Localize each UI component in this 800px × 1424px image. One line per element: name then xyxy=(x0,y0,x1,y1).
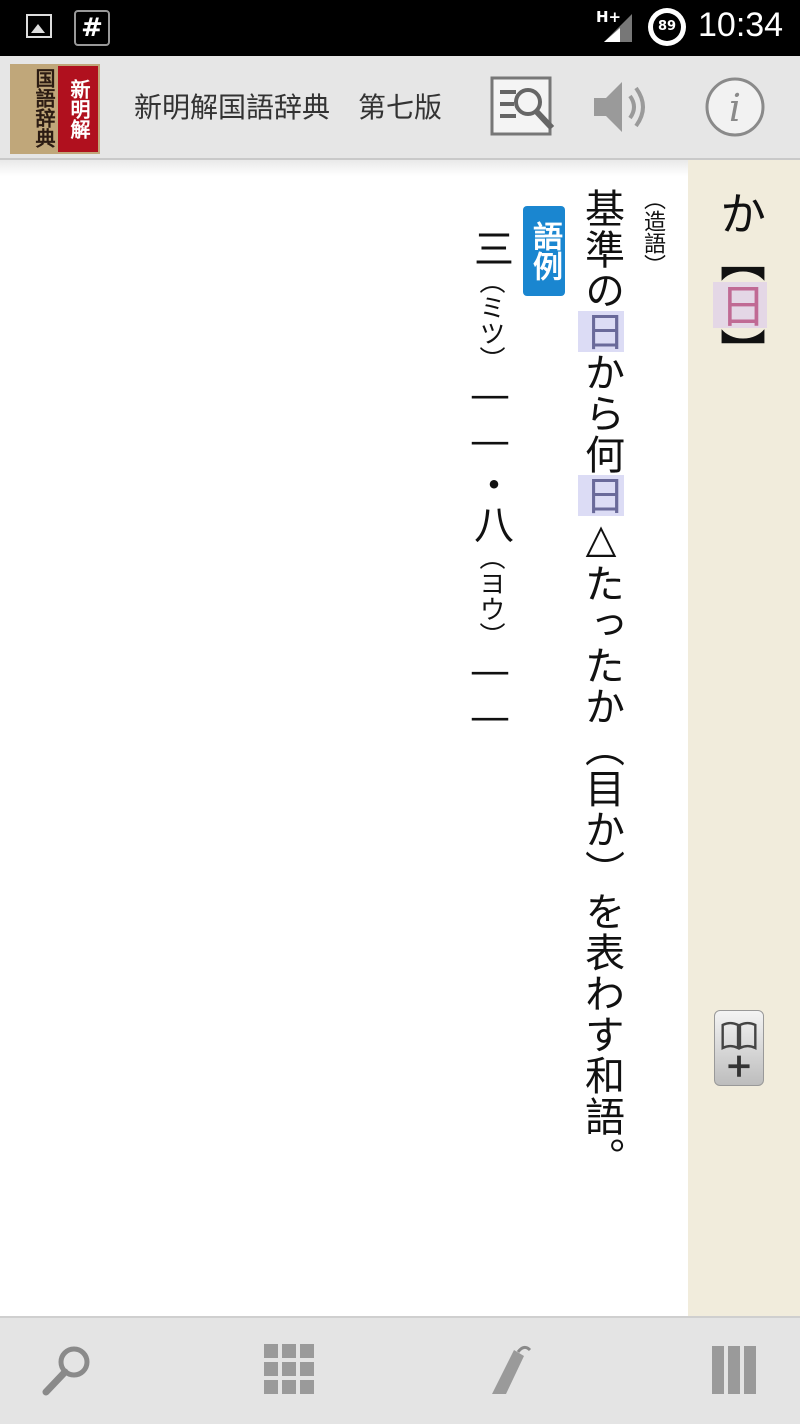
grid-icon[interactable] xyxy=(260,1340,320,1400)
status-bar: # H+ 89 10:34 xyxy=(0,0,800,56)
definition-part: 基準の xyxy=(578,188,624,311)
highlighted-term: 日 xyxy=(578,475,624,516)
definition-text: 基準の日から何日△たったか（目か）を表わす和語。 xyxy=(574,188,628,1178)
speaker-icon[interactable] xyxy=(588,74,654,140)
example-reading: （ヨウ） xyxy=(475,544,505,648)
app-logo: 国語辞典 新明解 xyxy=(10,64,100,154)
definition-part: から何 xyxy=(578,352,624,475)
app-header: 国語辞典 新明解 新明解国語辞典 第七版 i xyxy=(0,56,800,160)
info-icon[interactable]: i xyxy=(702,74,768,140)
word-type-tag: （造語） xyxy=(640,188,665,276)
bookmark-tag-icon[interactable] xyxy=(484,1340,544,1400)
logo-text-right: 新明解 xyxy=(58,66,98,152)
bottom-toolbar xyxy=(0,1316,800,1424)
svg-text:i: i xyxy=(729,86,741,130)
example-reading: （ミツ） xyxy=(475,268,505,372)
example-part: 三 xyxy=(467,228,513,268)
logo-text-left: 国語辞典 xyxy=(32,68,56,148)
pane-shadow xyxy=(0,160,688,176)
headword-kana: か xyxy=(713,190,767,236)
battery-icon: 89 xyxy=(648,8,686,46)
battery-level: 89 xyxy=(653,13,681,41)
headword-bracket-open: 【 xyxy=(713,236,767,282)
search-icon[interactable] xyxy=(38,1340,98,1400)
gallery-icon xyxy=(26,14,52,38)
example-part: —— xyxy=(467,648,513,740)
headword-kanji: 日 xyxy=(713,282,767,328)
hash-icon: # xyxy=(74,10,110,46)
example-part: ——・八 xyxy=(467,372,513,544)
headword-bracket-close: 】 xyxy=(713,328,767,374)
headword[interactable]: か【日】 xyxy=(710,190,770,374)
search-list-icon[interactable] xyxy=(490,74,556,140)
clock: 10:34 xyxy=(698,6,784,44)
signal-icon xyxy=(604,14,632,42)
example-text: 三（ミツ）——・八（ヨウ）—— xyxy=(467,228,513,740)
add-bookmark-icon[interactable] xyxy=(714,1010,764,1086)
definition-part: △たったか（目か）を表わす和語。 xyxy=(578,516,624,1178)
highlighted-term: 日 xyxy=(578,311,624,352)
example-badge: 語例 xyxy=(523,206,565,296)
app-title: 新明解国語辞典 第七版 xyxy=(134,91,443,124)
columns-icon[interactable] xyxy=(704,1340,764,1400)
